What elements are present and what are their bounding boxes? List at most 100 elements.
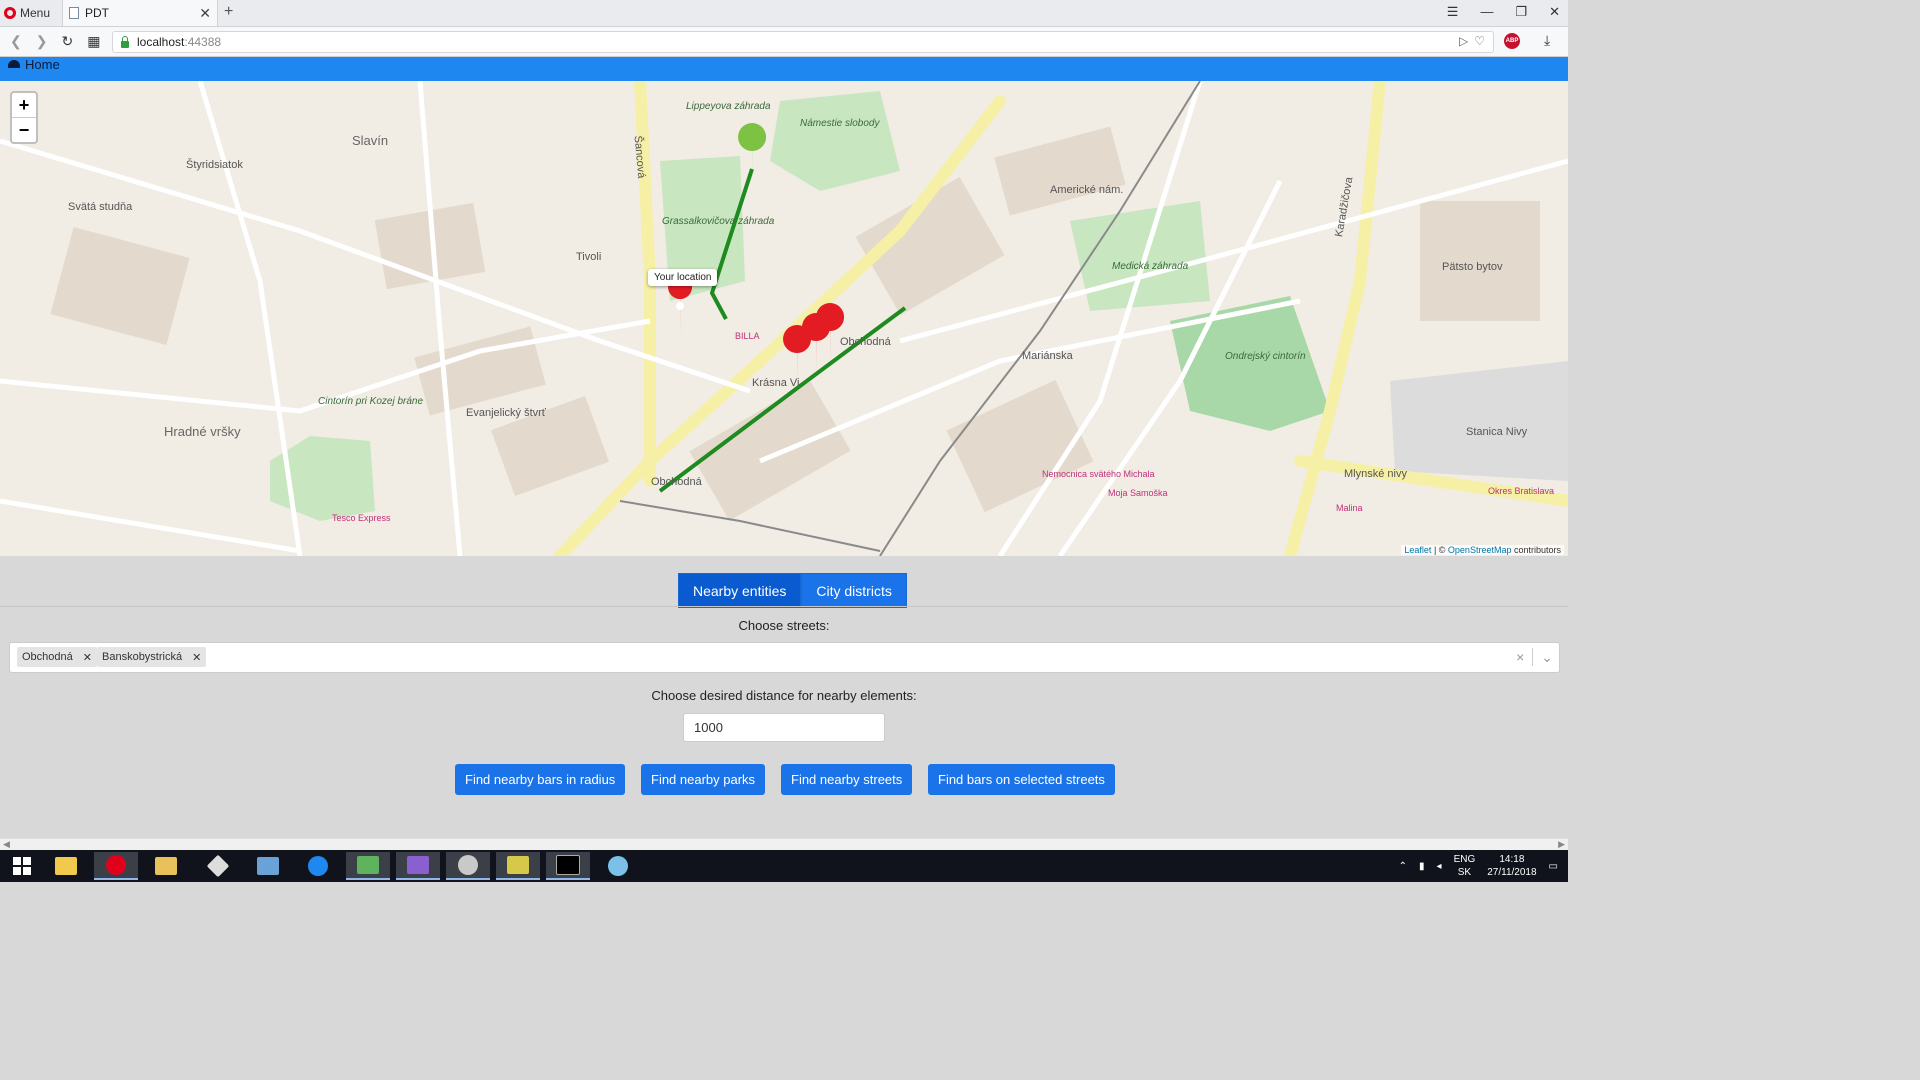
close-tab-icon[interactable]: ✕ <box>199 5 211 22</box>
map-attribution: Leaflet | © OpenStreetMap contributors <box>1401 545 1564 555</box>
language-bottom: SK <box>1457 867 1472 878</box>
browser-tabbar: Menu PDT ✕ + ☰ — ❐ ✕ <box>0 0 1568 27</box>
street-chip-label: Banskobystrická <box>102 651 183 663</box>
control-panel-icon[interactable] <box>246 852 290 880</box>
file-explorer-icon[interactable] <box>44 852 88 880</box>
tab-city-districts[interactable]: City districts <box>801 573 907 608</box>
map-label: Okres Bratislava <box>1488 486 1555 496</box>
zoom-in-button[interactable]: + <box>12 93 36 117</box>
tray-chevron-icon[interactable]: ⌃ <box>1399 861 1407 872</box>
windows-taskbar: ⌃ ▮ ◂ ENG SK 14:18 27/11/2018 ▭ <box>0 850 1568 882</box>
distance-input[interactable] <box>683 713 885 742</box>
back-icon[interactable]: ❮ <box>10 33 22 50</box>
map-label: Cintorín pri Kozej bráne <box>318 396 424 407</box>
map-label: Nemocnica svätého Michala <box>1042 469 1155 479</box>
adblock-icon[interactable]: ABP <box>1504 33 1520 49</box>
opera-logo-icon <box>4 7 16 19</box>
leaflet-link[interactable]: Leaflet <box>1404 545 1431 555</box>
app-navbar: Home <box>0 57 1568 81</box>
lock-icon <box>121 35 129 48</box>
opera-menu-label: Menu <box>20 6 51 20</box>
map-label: BILLA <box>735 331 760 341</box>
find-bars-streets-button[interactable]: Find bars on selected streets <box>928 764 1115 795</box>
reload-icon[interactable]: ↻ <box>61 33 73 50</box>
chat-icon[interactable] <box>296 852 340 880</box>
map-label: Obchodná <box>840 336 891 348</box>
scroll-left-icon[interactable]: ◀ <box>3 839 10 850</box>
streets-label: Choose streets: <box>738 618 830 633</box>
paint-icon[interactable] <box>596 852 640 880</box>
cemetery-area <box>1170 296 1330 431</box>
new-tab-button[interactable]: + <box>224 3 233 21</box>
map-label: Hradné vršky <box>164 424 241 439</box>
maximize-icon[interactable]: ❐ <box>1515 4 1527 20</box>
map-label: Tesco Express <box>332 513 391 523</box>
map-label: Obchodná <box>651 476 702 488</box>
bookmark-heart-icon[interactable]: ♡ <box>1474 34 1485 48</box>
map-label: Evanjelický štvrť <box>466 407 546 419</box>
map-label: Svätá studňa <box>68 201 133 213</box>
tab-nearby-entities[interactable]: Nearby entities <box>678 573 802 608</box>
map-label: Mariánska <box>1022 350 1073 362</box>
map-label: Mlynské nivy <box>1344 468 1407 480</box>
opera-menu-button[interactable]: Menu <box>4 4 50 22</box>
url-actions: ▷ ♡ <box>1459 34 1485 48</box>
tabs-menu-icon[interactable]: ☰ <box>1447 4 1459 20</box>
station-area <box>1390 361 1568 481</box>
map-label: Slavín <box>352 133 389 148</box>
tab-title: PDT <box>85 6 109 20</box>
windows-start-icon[interactable] <box>0 852 44 880</box>
window-controls: ☰ — ❐ ✕ <box>1447 4 1560 20</box>
home-label: Home <box>25 56 60 72</box>
unity-icon[interactable] <box>196 852 240 880</box>
git-tool-icon[interactable] <box>346 852 390 880</box>
park-area <box>770 91 900 191</box>
download-icon[interactable]: ⤓ <box>1544 32 1550 49</box>
remove-chip-icon[interactable]: ✕ <box>83 651 92 664</box>
scroll-right-icon[interactable]: ▶ <box>1558 839 1565 850</box>
streets-multiselect[interactable]: Obchodná ✕ Banskobystrická ✕ × ⌄ <box>9 642 1560 673</box>
terminal-icon[interactable] <box>546 852 590 880</box>
minimize-icon[interactable]: — <box>1480 4 1493 20</box>
find-parks-button[interactable]: Find nearby parks <box>641 764 766 795</box>
home-link[interactable]: Home <box>8 56 60 72</box>
system-tray: ⌃ ▮ ◂ ENG SK 14:18 27/11/2018 ▭ <box>1399 853 1558 879</box>
browser-tab[interactable]: PDT ✕ <box>62 0 218 26</box>
speed-dial-icon[interactable]: ▦ <box>87 33 100 50</box>
tool-icon[interactable] <box>446 852 490 880</box>
zoom-out-button[interactable]: − <box>12 117 36 142</box>
close-window-icon[interactable]: ✕ <box>1549 4 1560 20</box>
map-label: Ondrejský cintorín <box>1225 351 1306 362</box>
street-chip-label: Obchodná <box>22 651 73 663</box>
send-icon[interactable]: ▷ <box>1459 34 1468 48</box>
clock[interactable]: 14:18 27/11/2018 <box>1487 853 1536 879</box>
network-icon[interactable]: ▮ <box>1419 861 1425 872</box>
volume-icon[interactable]: ◂ <box>1437 861 1442 872</box>
zoom-control: + − <box>10 91 38 144</box>
visual-studio-icon[interactable] <box>396 852 440 880</box>
clear-icon[interactable]: × <box>1516 649 1524 665</box>
street-chip: Obchodná ✕ <box>17 647 97 667</box>
find-streets-button[interactable]: Find nearby streets <box>781 764 913 795</box>
url-field[interactable]: localhost :44388 ▷ ♡ <box>112 31 1494 53</box>
chart-app-icon[interactable] <box>496 852 540 880</box>
find-bars-radius-button[interactable]: Find nearby bars in radius <box>455 764 626 795</box>
map-label: Krásna Vi <box>752 377 800 389</box>
chevron-down-icon[interactable]: ⌄ <box>1541 649 1553 666</box>
remove-chip-icon[interactable]: ✕ <box>192 651 201 664</box>
indicator-separator <box>1532 648 1534 666</box>
map-view[interactable]: Slavín Štyridsiatok Svätá studňa Hradné … <box>0 81 1568 556</box>
language-top: ENG <box>1453 854 1476 865</box>
opera-taskbar-icon[interactable] <box>94 852 138 880</box>
map-tiles <box>0 81 1568 556</box>
select-indicators: × ⌄ <box>1516 648 1553 666</box>
dashboard-icon <box>8 60 20 68</box>
folder-icon[interactable] <box>144 852 188 880</box>
forward-icon[interactable]: ❯ <box>36 33 48 50</box>
osm-link[interactable]: OpenStreetMap <box>1448 545 1512 555</box>
notifications-icon[interactable]: ▭ <box>1549 861 1558 872</box>
map-label: Medická záhrada <box>1112 261 1189 272</box>
nav-buttons: ❮ ❯ ↻ ▦ <box>10 33 100 50</box>
location-tooltip: Your location <box>648 269 718 286</box>
language-indicator[interactable]: ENG SK <box>1454 853 1476 879</box>
